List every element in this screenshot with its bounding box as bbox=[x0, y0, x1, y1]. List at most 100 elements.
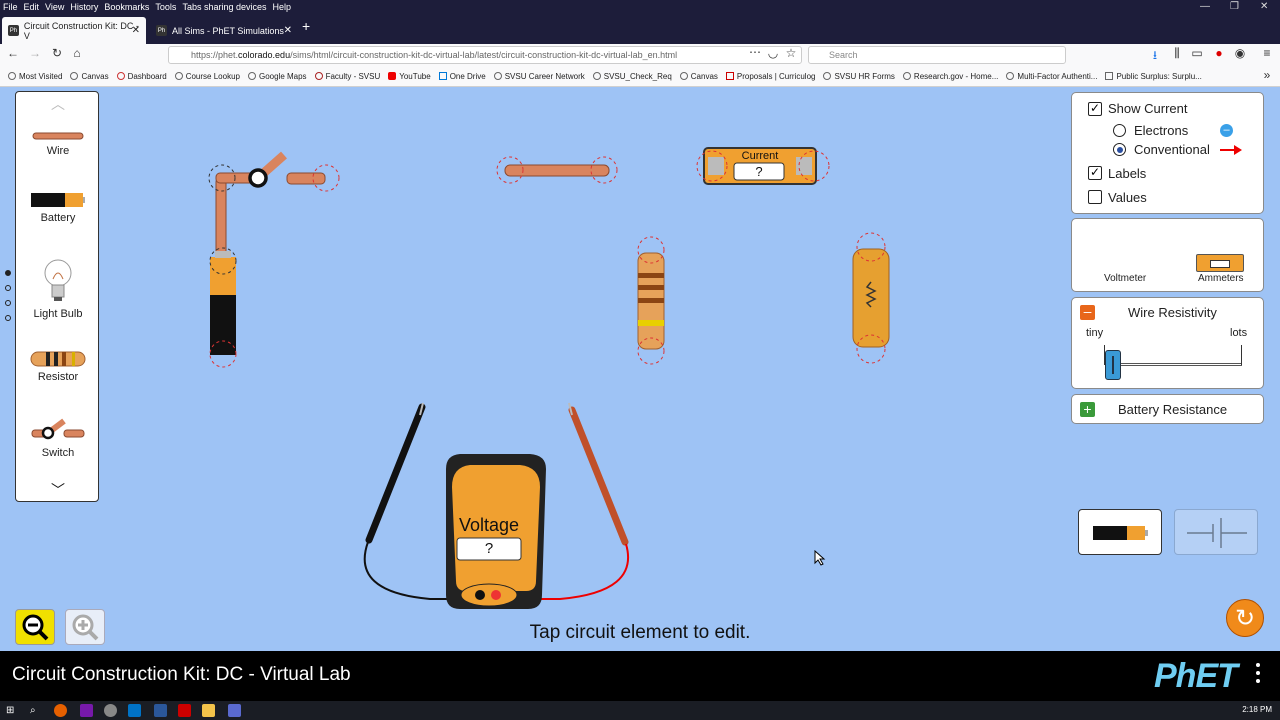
menu-edit[interactable]: Edit bbox=[24, 2, 40, 12]
battery-resistance-panel[interactable]: + Battery Resistance bbox=[1071, 394, 1264, 424]
values-checkbox[interactable] bbox=[1088, 190, 1102, 204]
forward-icon[interactable]: → bbox=[26, 46, 44, 60]
resistivity-slider-track[interactable] bbox=[1105, 363, 1242, 366]
toolbox-page-dot[interactable] bbox=[5, 300, 11, 306]
search-input[interactable]: Search bbox=[808, 46, 1066, 64]
acrobat-icon[interactable] bbox=[178, 704, 191, 717]
reload-icon[interactable]: ↻ bbox=[48, 46, 66, 60]
firefox-icon[interactable] bbox=[54, 704, 67, 717]
page-actions-icon[interactable]: ⋯ bbox=[746, 45, 764, 59]
library-icon[interactable]: ⫼ bbox=[1168, 46, 1186, 61]
chevron-up-icon[interactable]: ︿ bbox=[16, 94, 100, 112]
close-window-icon[interactable]: ✕ bbox=[1260, 1, 1268, 12]
tab-all-sims[interactable]: Ph All Sims - PhET Simulations ✕ bbox=[150, 17, 298, 44]
sim-navigation-bar: Circuit Construction Kit: DC - Virtual L… bbox=[0, 651, 1280, 701]
menu-history[interactable]: History bbox=[70, 2, 98, 12]
schematic-view-button[interactable] bbox=[1174, 509, 1258, 555]
labels-label: Labels bbox=[1108, 166, 1147, 181]
curriculog-icon bbox=[725, 72, 734, 80]
menu-view[interactable]: View bbox=[45, 2, 64, 12]
sidebar-icon[interactable]: ▭ bbox=[1188, 46, 1206, 60]
expand-icon[interactable]: + bbox=[1080, 402, 1095, 417]
bookmark-google-maps[interactable]: Google Maps bbox=[247, 72, 307, 81]
circuit-wire[interactable] bbox=[504, 164, 610, 177]
search-icon[interactable]: ⌕ bbox=[30, 704, 43, 717]
circuit-fuse[interactable] bbox=[852, 248, 890, 348]
toolbox-light-bulb[interactable]: Light Bulb bbox=[16, 257, 100, 320]
bookmark-svsu-hr[interactable]: SVSU HR Forms bbox=[823, 72, 895, 81]
toolbox-resistor[interactable]: Resistor bbox=[16, 350, 100, 383]
menu-help[interactable]: Help bbox=[272, 2, 291, 12]
url-bar[interactable]: https://phet. colorado.edu/sims/html/circ… bbox=[168, 46, 802, 64]
word-icon[interactable] bbox=[154, 704, 167, 717]
bookmark-research-gov[interactable]: Research.gov - Home... bbox=[902, 72, 998, 81]
bookmark-proposals[interactable]: Proposals | Curriculog bbox=[725, 72, 815, 81]
bookmark-canvas-2[interactable]: Canvas bbox=[679, 72, 718, 81]
new-tab-icon[interactable]: + bbox=[302, 18, 310, 34]
adblock-icon[interactable]: ● bbox=[1210, 46, 1228, 60]
phet-logo[interactable]: PhET bbox=[1154, 657, 1238, 696]
conventional-arrow-icon bbox=[1220, 145, 1242, 155]
toolbox-light-bulb-label: Light Bulb bbox=[33, 308, 83, 320]
home-icon[interactable]: ⌂ bbox=[68, 46, 86, 60]
menu-tabs-sharing[interactable]: Tabs sharing devices bbox=[182, 2, 266, 12]
lifelike-view-button[interactable] bbox=[1078, 509, 1162, 555]
download-icon[interactable]: ⭳ bbox=[1146, 46, 1164, 67]
teams-icon[interactable] bbox=[228, 704, 241, 717]
browser-icon[interactable] bbox=[104, 704, 117, 717]
show-current-checkbox[interactable]: ✓ bbox=[1088, 102, 1102, 116]
toolbox-page-dot[interactable] bbox=[5, 285, 11, 291]
bookmark-youtube[interactable]: YouTube bbox=[388, 72, 431, 81]
battery-resistance-title: Battery Resistance bbox=[1118, 402, 1228, 417]
bookmark-svsu-career[interactable]: SVSU Career Network bbox=[493, 72, 585, 81]
toolbox-battery[interactable]: Battery bbox=[16, 191, 100, 224]
close-tab-icon[interactable]: ✕ bbox=[284, 25, 292, 36]
account-icon[interactable]: ◉ bbox=[1231, 46, 1249, 60]
minimize-icon[interactable]: — bbox=[1200, 1, 1210, 12]
bookmark-dashboard[interactable]: Dashboard bbox=[116, 72, 167, 81]
toolbox-page-dot[interactable] bbox=[5, 270, 11, 276]
outlook-icon[interactable] bbox=[128, 704, 141, 717]
bookmark-one-drive[interactable]: One Drive bbox=[438, 72, 486, 81]
bookmarks-overflow-icon[interactable]: » bbox=[1258, 68, 1276, 82]
ammeter-tool[interactable] bbox=[1196, 254, 1244, 272]
values-label: Values bbox=[1108, 190, 1147, 205]
globe-icon bbox=[493, 72, 502, 80]
bookmark-star-icon[interactable]: ☆ bbox=[782, 46, 800, 60]
phet-favicon-icon: Ph bbox=[156, 25, 167, 36]
circuit-canvas[interactable] bbox=[100, 87, 1070, 622]
onenote-icon[interactable] bbox=[80, 704, 93, 717]
back-icon[interactable]: ← bbox=[4, 46, 22, 60]
conventional-label: Conventional bbox=[1134, 142, 1210, 157]
toolbox-switch[interactable]: Switch bbox=[16, 416, 100, 459]
bookmark-faculty-svsu[interactable]: Faculty - SVSU bbox=[314, 72, 380, 81]
pocket-icon[interactable]: ◡ bbox=[764, 46, 782, 60]
bookmark-svsu-check-req[interactable]: SVSU_Check_Req bbox=[592, 72, 672, 81]
tab-circuit-kit[interactable]: Ph Circuit Construction Kit: DC - V ✕ bbox=[2, 17, 146, 44]
hamburger-menu-icon[interactable]: ≡ bbox=[1258, 46, 1276, 60]
schematic-battery-icon bbox=[1187, 518, 1247, 548]
close-tab-icon[interactable]: ✕ bbox=[132, 25, 140, 36]
electrons-radio[interactable] bbox=[1113, 124, 1126, 137]
bookmark-course-lookup[interactable]: Course Lookup bbox=[174, 72, 240, 81]
menu-file[interactable]: File bbox=[3, 2, 18, 12]
circuit-battery[interactable] bbox=[210, 251, 236, 355]
bookmark-public-surplus[interactable]: Public Surplus: Surplu... bbox=[1105, 72, 1202, 81]
collapse-icon[interactable]: – bbox=[1080, 304, 1095, 320]
conventional-radio[interactable] bbox=[1113, 143, 1126, 156]
menu-tools[interactable]: Tools bbox=[155, 2, 176, 12]
chevron-down-icon[interactable]: ﹀ bbox=[16, 480, 100, 498]
bookmark-canvas[interactable]: Canvas bbox=[70, 72, 109, 81]
file-explorer-icon[interactable] bbox=[202, 704, 215, 717]
menu-bookmarks[interactable]: Bookmarks bbox=[104, 2, 149, 12]
bookmark-mfa[interactable]: Multi-Factor Authenti... bbox=[1006, 72, 1097, 81]
maximize-icon[interactable]: ❐ bbox=[1230, 1, 1239, 12]
resistivity-slider-thumb[interactable] bbox=[1105, 350, 1122, 380]
toolbox-wire[interactable]: Wire bbox=[16, 130, 100, 157]
kebab-menu-icon[interactable] bbox=[1256, 663, 1260, 687]
circuit-resistor[interactable] bbox=[637, 252, 665, 350]
labels-checkbox[interactable]: ✓ bbox=[1088, 166, 1102, 180]
windows-start-icon[interactable]: ⊞ bbox=[6, 704, 19, 717]
bookmark-most-visited[interactable]: Most Visited bbox=[8, 72, 62, 81]
toolbox-page-dot[interactable] bbox=[5, 315, 11, 321]
